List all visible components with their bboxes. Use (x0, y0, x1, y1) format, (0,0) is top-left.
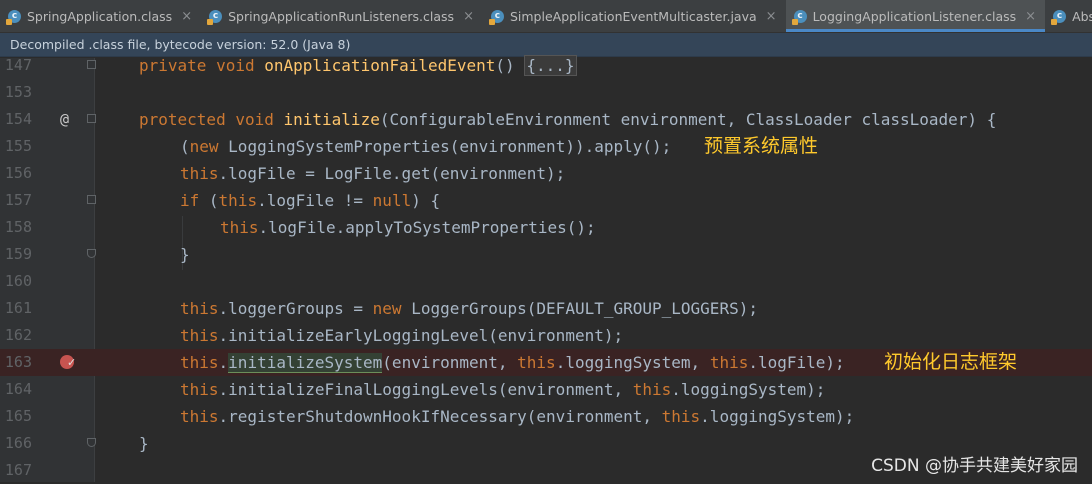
code-line: 156 this.logFile = LogFile.get(environme… (0, 160, 1092, 187)
line-number: 166 (4, 434, 32, 452)
line-number: 158 (4, 218, 32, 236)
line-number: 167 (4, 461, 32, 479)
editor-tab-bar: c SpringApplication.class × c SpringAppl… (0, 0, 1092, 33)
tab-label: LoggingApplicationListener.class (812, 8, 1017, 24)
line-number: 159 (4, 245, 32, 263)
line-number: 162 (4, 326, 32, 344)
code-line: 161 this.loggerGroups = new LoggerGroups… (0, 295, 1092, 322)
line-number: 147 (4, 56, 32, 74)
code-text: if (this.logFile != null) { (180, 191, 441, 210)
line-number: 165 (4, 407, 32, 425)
annotation-icon[interactable]: @ (60, 106, 69, 133)
fold-icon[interactable] (87, 195, 96, 204)
folded-block[interactable]: {...} (524, 55, 577, 76)
line-number: 163 (4, 353, 32, 371)
code-text: } (139, 434, 149, 453)
tab-abstract-logging-system[interactable]: c AbstractLoggingSy (1045, 0, 1092, 32)
code-line: 154 @ protected void initialize(Configur… (0, 106, 1092, 133)
java-class-icon: c (488, 9, 504, 25)
line-number: 154 (4, 110, 32, 128)
java-class-icon: c (1051, 9, 1067, 25)
fold-icon[interactable] (87, 114, 96, 123)
code-text: this.loggerGroups = new LoggerGroups(DEF… (180, 299, 758, 318)
code-line-breakpoint: 163 this.initializeSystem(environment, t… (0, 349, 1092, 376)
code-line: 158 this.logFile.applyToSystemProperties… (0, 214, 1092, 241)
breakpoint-icon[interactable] (60, 349, 76, 376)
code-line: 147 private void onApplicationFailedEven… (0, 52, 1092, 79)
tab-label: SpringApplicationRunListeners.class (228, 8, 455, 24)
line-number: 153 (4, 83, 32, 101)
code-line: 157 if (this.logFile != null) { (0, 187, 1092, 214)
code-text: private void onApplicationFailedEvent() … (139, 55, 577, 76)
tab-simple-application-event-multicaster[interactable]: c SimpleApplicationEventMulticaster.java… (483, 0, 786, 32)
code-line: 164 this.initializeFinalLoggingLevels(en… (0, 376, 1092, 403)
line-number: 157 (4, 191, 32, 209)
java-class-icon: c (6, 9, 21, 25)
java-class-icon: c (207, 9, 223, 25)
line-number: 160 (4, 272, 32, 290)
code-text: this.logFile.applyToSystemProperties(); (220, 218, 596, 237)
tab-logging-application-listener[interactable]: c LoggingApplicationListener.class × (785, 0, 1046, 32)
code-text: this.initializeFinalLoggingLevels(enviro… (180, 380, 826, 399)
tab-spring-application-run-listeners[interactable]: c SpringApplicationRunListeners.class × (201, 0, 483, 32)
tab-label: SimpleApplicationEventMulticaster.java (509, 8, 757, 24)
banner-text: Decompiled .class file, bytecode version… (10, 37, 351, 52)
line-number: 156 (4, 164, 32, 182)
code-line: 160 (0, 268, 1092, 295)
java-class-icon: c (791, 9, 807, 25)
code-text: this.logFile = LogFile.get(environment); (180, 164, 566, 183)
code-line: 155 (new LoggingSystemProperties(environ… (0, 133, 1092, 160)
code-text: protected void initialize(ConfigurableEn… (139, 110, 997, 129)
highlighted-identifier[interactable]: initializeSystem (228, 353, 383, 373)
close-icon[interactable]: × (181, 9, 192, 24)
tab-label: AbstractLoggingSy (1072, 8, 1092, 24)
code-text: (new LoggingSystemProperties(environment… (180, 137, 672, 156)
line-number: 164 (4, 380, 32, 398)
close-icon[interactable]: × (1025, 9, 1036, 24)
code-text: this.initializeSystem(environment, this.… (180, 353, 845, 373)
line-number: 161 (4, 299, 32, 317)
tab-spring-application[interactable]: c SpringApplication.class × (0, 0, 201, 32)
fold-icon[interactable] (87, 438, 96, 447)
annotation-note: 初始化日志框架 (884, 351, 1018, 373)
code-line: 162 this.initializeEarlyLoggingLevel(env… (0, 322, 1092, 349)
code-text: } (180, 245, 190, 264)
close-icon[interactable]: × (463, 9, 474, 24)
fold-icon[interactable] (87, 60, 96, 69)
code-line: 165 this.registerShutdownHookIfNecessary… (0, 403, 1092, 430)
line-number: 155 (4, 137, 32, 155)
code-line: 153 (0, 79, 1092, 106)
code-text: this.initializeEarlyLoggingLevel(environ… (180, 326, 624, 345)
watermark: CSDN @协手共建美好家园 (871, 456, 1078, 476)
tab-label: SpringApplication.class (27, 8, 173, 24)
code-text: this.registerShutdownHookIfNecessary(env… (180, 407, 855, 426)
fold-icon[interactable] (87, 249, 96, 258)
annotation-note: 预置系统属性 (704, 135, 819, 157)
close-icon[interactable]: × (766, 9, 777, 24)
code-line: 159 } (0, 241, 1092, 268)
